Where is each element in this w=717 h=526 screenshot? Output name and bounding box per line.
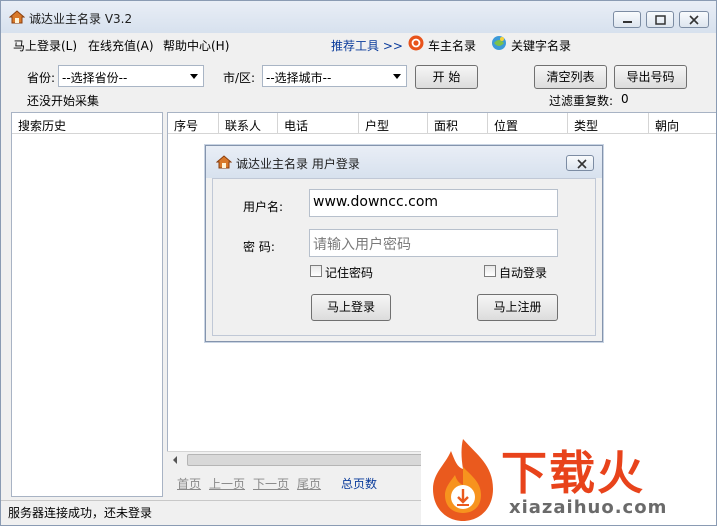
house-icon [9, 10, 25, 24]
login-button[interactable]: 马上登录 [311, 294, 391, 321]
username-input[interactable]: www.downcc.com [309, 189, 558, 217]
column-header[interactable]: 位置 [488, 113, 568, 134]
province-value: --选择省份-- [62, 71, 128, 85]
maximize-icon [655, 15, 666, 25]
next-page-link[interactable]: 下一页 [253, 475, 289, 492]
start-button[interactable]: 开 始 [415, 65, 478, 89]
login-dialog-body: 用户名: www.downcc.com 密 码: 请输入用户密码 记住密码 自动… [212, 178, 596, 336]
login-dialog: 诚达业主名录 用户登录 用户名: www.downcc.com 密 码: 请输入… [205, 145, 603, 342]
menu-help[interactable]: 帮助中心(H) [163, 37, 229, 54]
watermark: 下载火 xiazaihuo.com [421, 433, 716, 525]
window-title: 诚达业主名录 V3.2 [29, 12, 133, 26]
title-bar: 诚达业主名录 V3.2 [1, 1, 716, 33]
auto-login-label[interactable]: 自动登录 [499, 264, 547, 281]
menu-recharge[interactable]: 在线充值(A) [88, 37, 154, 54]
search-history-header: 搜索历史 [12, 113, 162, 134]
house-icon [216, 155, 232, 169]
watermark-domain: xiazaihuo.com [509, 497, 668, 518]
column-header[interactable]: 朝向 [649, 113, 716, 134]
column-header[interactable]: 面积 [428, 113, 488, 134]
city-label: 市/区: [223, 71, 256, 85]
column-header[interactable]: 联系人 [219, 113, 278, 134]
watermark-logo-text: 下载火 [501, 446, 645, 500]
remember-password-checkbox[interactable] [310, 265, 322, 277]
scrollbar-thumb[interactable] [187, 454, 447, 466]
minimize-button[interactable] [613, 11, 641, 28]
province-select[interactable]: --选择省份-- [58, 65, 204, 87]
menu-login[interactable]: 马上登录(L) [13, 37, 77, 54]
username-label: 用户名: [243, 200, 284, 214]
dedupe-label: 过滤重复数: [549, 94, 614, 108]
auto-login-checkbox[interactable] [484, 265, 496, 277]
menu-bar: 马上登录(L) 在线充值(A) 帮助中心(H) 推荐工具 >> 车主名录 关键字… [1, 34, 716, 56]
remember-password-label[interactable]: 记住密码 [325, 264, 373, 281]
keyword-tool-link[interactable]: 关键字名录 [511, 37, 571, 54]
collect-status-text: 还没开始采集 [27, 94, 100, 108]
car-owner-tool-icon [408, 35, 424, 51]
dedupe-count: 0 [621, 92, 629, 106]
grid-header: 序号 联系人 电话 户型 面积 位置 类型 朝向 [168, 113, 716, 134]
close-icon [689, 15, 699, 25]
column-header[interactable]: 类型 [568, 113, 649, 134]
main-window: 诚达业主名录 V3.2 马上登录(L) 在线充值(A) 帮助中心(H) 推荐工具… [0, 0, 717, 526]
column-header[interactable]: 序号 [168, 113, 219, 134]
city-value: --选择城市-- [266, 71, 332, 85]
chevron-down-icon [190, 74, 198, 79]
clear-list-button[interactable]: 清空列表 [534, 65, 607, 89]
login-dialog-title-bar: 诚达业主名录 用户登录 [206, 146, 602, 178]
minimize-icon [623, 21, 632, 23]
total-pages-label: 总页数 [341, 477, 378, 491]
password-label: 密 码: [243, 240, 275, 254]
close-button[interactable] [679, 11, 709, 28]
recommend-tools-label: 推荐工具 >> [331, 39, 403, 53]
login-dialog-close-button[interactable] [566, 155, 594, 171]
scroll-left-icon[interactable] [173, 456, 177, 464]
flame-logo-icon [433, 439, 493, 521]
city-select[interactable]: --选择城市-- [262, 65, 407, 87]
first-page-link[interactable]: 首页 [177, 475, 201, 492]
province-label: 省份: [27, 71, 56, 85]
keyword-tool-icon [492, 36, 506, 50]
last-page-link[interactable]: 尾页 [297, 475, 321, 492]
column-header[interactable]: 电话 [278, 113, 359, 134]
maximize-button[interactable] [646, 11, 674, 28]
chevron-down-icon [393, 74, 401, 79]
column-header[interactable]: 户型 [359, 113, 428, 134]
register-button[interactable]: 马上注册 [477, 294, 558, 321]
status-text: 服务器连接成功，还未登录 [8, 506, 153, 520]
export-numbers-button[interactable]: 导出号码 [614, 65, 687, 89]
search-history-panel[interactable]: 搜索历史 [11, 112, 163, 497]
prev-page-link[interactable]: 上一页 [209, 475, 245, 492]
password-input[interactable]: 请输入用户密码 [309, 229, 558, 257]
login-dialog-title: 诚达业主名录 用户登录 [236, 157, 360, 171]
close-icon [577, 159, 587, 169]
car-owner-tool-link[interactable]: 车主名录 [428, 37, 476, 54]
